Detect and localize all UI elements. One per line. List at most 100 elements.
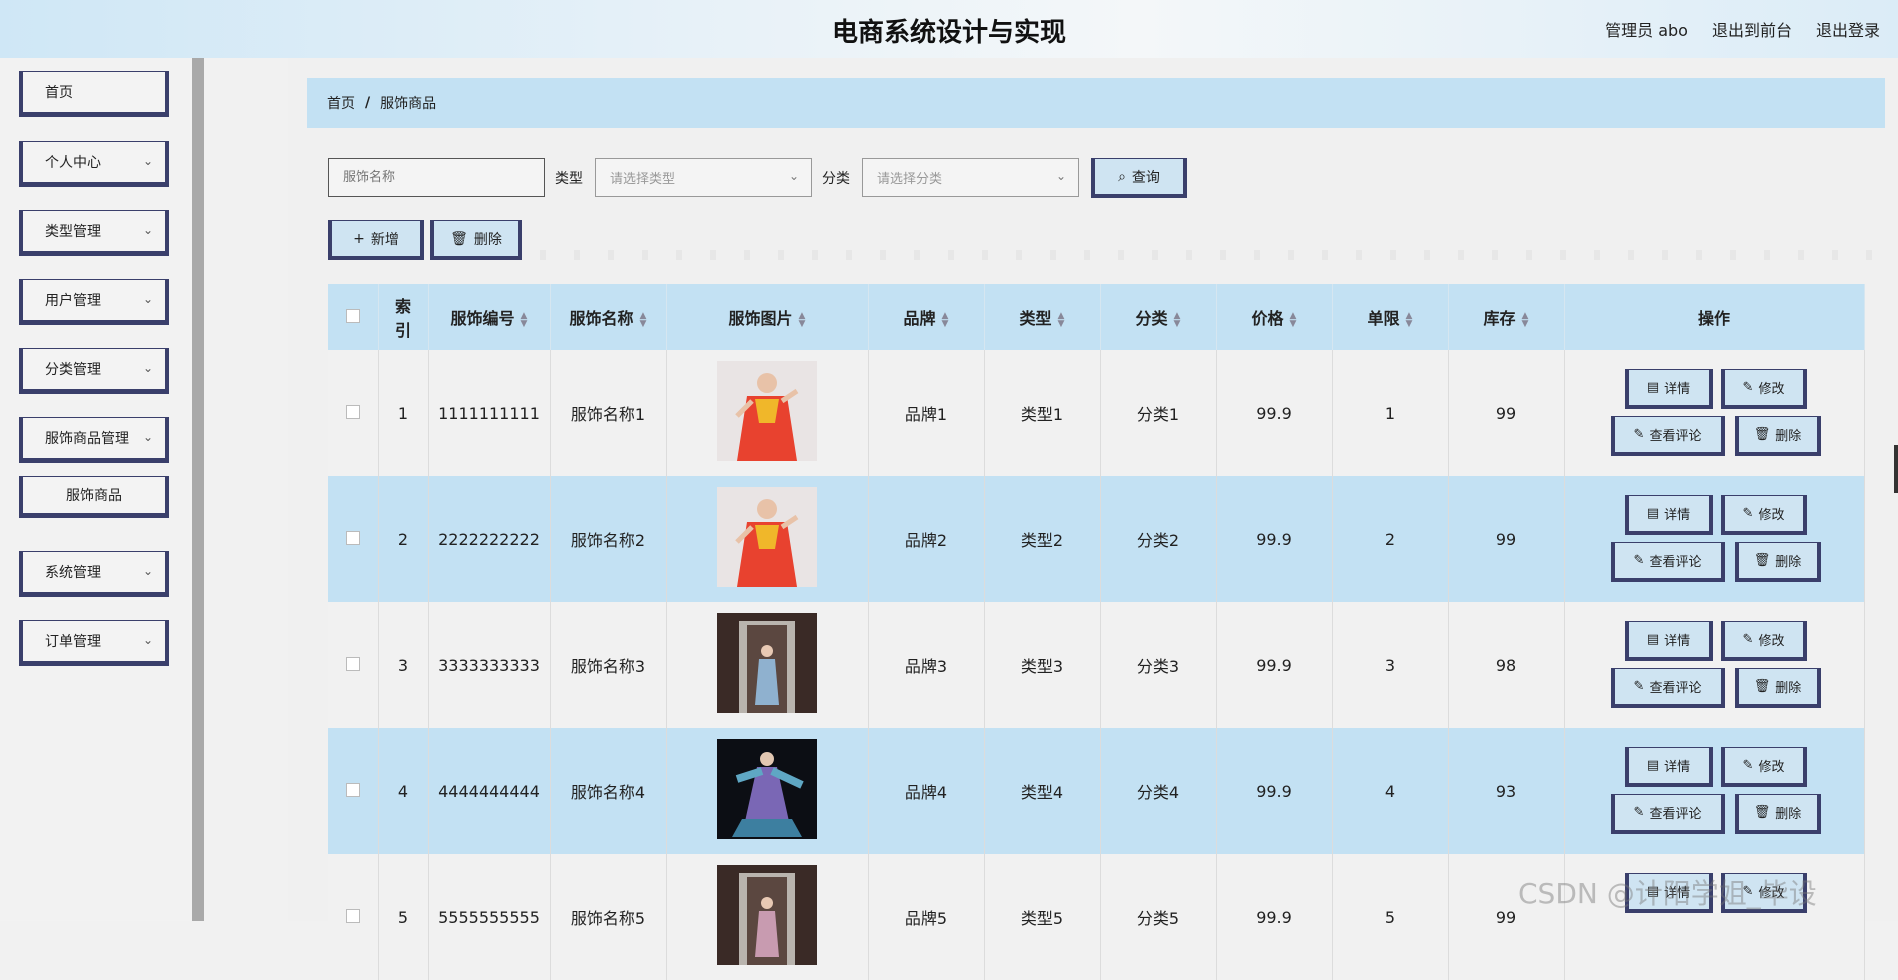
trash-icon: 🗑: [1753, 553, 1771, 568]
col-code[interactable]: 服饰编号 ▲ ▼: [428, 284, 551, 350]
row-select-cell[interactable]: [328, 854, 379, 980]
batch-delete-button[interactable]: 🗑 删除: [430, 220, 522, 260]
delete-button[interactable]: 🗑 删除: [1734, 794, 1821, 834]
sort-icon[interactable]: ▲ ▼: [1522, 311, 1529, 328]
edit-button[interactable]: ✎ 修改: [1720, 369, 1807, 409]
sidebar-item-order-mgmt[interactable]: 订单管理 ⌄: [19, 620, 169, 666]
cell-index: 3: [378, 602, 429, 728]
row-checkbox[interactable]: [345, 782, 360, 797]
cell-name: 服饰名称3: [550, 602, 667, 728]
row-checkbox[interactable]: [345, 908, 360, 923]
col-type[interactable]: 类型 ▲ ▼: [984, 284, 1101, 350]
view-reviews-button[interactable]: ✎ 查看评论: [1610, 416, 1725, 456]
row-select-cell[interactable]: [328, 476, 379, 602]
sort-icon[interactable]: ▲ ▼: [799, 311, 806, 328]
row-select-cell[interactable]: [328, 602, 379, 728]
sidebar-item-type-mgmt[interactable]: 类型管理 ⌄: [19, 210, 169, 256]
row-checkbox[interactable]: [345, 404, 360, 419]
delete-button-label: 删除: [1775, 681, 1802, 696]
col-brand[interactable]: 品牌 ▲ ▼: [868, 284, 985, 350]
cell-image: [666, 476, 869, 602]
col-stock[interactable]: 库存 ▲ ▼: [1448, 284, 1565, 350]
view-reviews-button[interactable]: ✎ 查看评论: [1610, 542, 1725, 582]
cell-limit: 4: [1332, 728, 1449, 854]
cell-index: 2: [378, 476, 429, 602]
col-name[interactable]: 服饰名称 ▲ ▼: [550, 284, 667, 350]
col-code-label: 服饰编号: [450, 309, 515, 328]
sidebar-item-system-mgmt[interactable]: 系统管理 ⌄: [19, 551, 169, 597]
red-dress-photo[interactable]: [717, 361, 817, 461]
delete-button[interactable]: 🗑 删除: [1734, 416, 1821, 456]
sort-icon[interactable]: ▲ ▼: [521, 311, 528, 328]
add-button[interactable]: + 新增: [328, 220, 424, 260]
view-reviews-button[interactable]: ✎ 查看评论: [1610, 668, 1725, 708]
row-checkbox[interactable]: [345, 656, 360, 671]
edit-button[interactable]: ✎ 修改: [1720, 621, 1807, 661]
sort-icon[interactable]: ▲ ▼: [1406, 311, 1413, 328]
select-all-checkbox[interactable]: [345, 308, 360, 323]
cell-brand: 品牌2: [868, 476, 985, 602]
query-button[interactable]: ⌕ 查询: [1091, 158, 1187, 198]
sort-icon[interactable]: ▲ ▼: [942, 311, 949, 328]
category-select[interactable]: 请选择分类 ⌄: [862, 158, 1079, 197]
chevron-down-icon: ⌄: [142, 361, 153, 375]
sort-icon[interactable]: ▲ ▼: [1174, 311, 1181, 328]
col-price-label: 价格: [1251, 309, 1284, 328]
sidebar-item-user-mgmt[interactable]: 用户管理 ⌄: [19, 279, 169, 325]
chevron-down-icon: ⌄: [788, 169, 799, 183]
cell-name: 服饰名称2: [550, 476, 667, 602]
sidebar-item-product-mgmt[interactable]: 服饰商品管理 ⌄: [19, 417, 169, 463]
chevron-down-icon: ⌄: [142, 633, 153, 647]
row-select-cell[interactable]: [328, 350, 379, 476]
col-price[interactable]: 价格 ▲ ▼: [1216, 284, 1333, 350]
sidebar-item-home[interactable]: 首页: [19, 71, 169, 117]
sidebar-subitem-products[interactable]: 服饰商品: [19, 476, 169, 518]
detail-button-label: 详情: [1664, 634, 1691, 649]
page-scrollbar[interactable]: [1894, 445, 1898, 493]
sidebar-item-personal[interactable]: 个人中心 ⌄: [19, 141, 169, 187]
edit-button[interactable]: ✎ 修改: [1720, 747, 1807, 787]
sort-icon[interactable]: ▲ ▼: [640, 311, 647, 328]
cell-category: 分类4: [1100, 728, 1217, 854]
edit-button-label: 修改: [1758, 634, 1785, 649]
col-limit[interactable]: 单限 ▲ ▼: [1332, 284, 1449, 350]
cell-ops: ▤ 详情 ✎ 修改 ✎ 查看评论 🗑 删除: [1564, 602, 1865, 728]
row-select-cell[interactable]: [328, 728, 379, 854]
row-checkbox[interactable]: [345, 530, 360, 545]
view-reviews-button[interactable]: ✎ 查看评论: [1610, 794, 1725, 834]
detail-button[interactable]: ▤ 详情: [1624, 747, 1713, 787]
detail-button[interactable]: ▤ 详情: [1624, 495, 1713, 535]
delete-button[interactable]: 🗑 删除: [1734, 668, 1821, 708]
plus-icon: +: [353, 230, 365, 247]
pencil-icon: ✎: [1633, 553, 1645, 568]
sidebar-scrollbar[interactable]: [192, 58, 204, 921]
trash-icon: 🗑: [1753, 679, 1771, 694]
logout-link[interactable]: 退出登录: [1816, 17, 1880, 41]
red-dress-photo[interactable]: [717, 487, 817, 587]
admin-user-link[interactable]: 管理员 abo: [1605, 17, 1688, 41]
dark-dress-photo[interactable]: [717, 865, 817, 965]
add-button-label: 新增: [370, 231, 399, 248]
type-filter-label: 类型: [555, 171, 583, 187]
sort-icon[interactable]: ▲ ▼: [1058, 311, 1065, 328]
detail-button[interactable]: ▤ 详情: [1624, 369, 1713, 409]
select-all-cell[interactable]: [328, 284, 379, 350]
dark-dress-photo[interactable]: [717, 739, 817, 839]
breadcrumb-home[interactable]: 首页: [327, 93, 355, 113]
watermark-text: CSDN @计阳学姐_毕设: [1518, 877, 1817, 910]
product-name-search-input[interactable]: [328, 158, 545, 197]
delete-button[interactable]: 🗑 删除: [1734, 542, 1821, 582]
col-category[interactable]: 分类 ▲ ▼: [1100, 284, 1217, 350]
to-front-link[interactable]: 退出到前台: [1712, 17, 1792, 41]
type-select[interactable]: 请选择类型 ⌄: [595, 158, 812, 197]
cell-image: [666, 854, 869, 980]
sidebar-item-category-mgmt[interactable]: 分类管理 ⌄: [19, 348, 169, 394]
dark-dress-photo[interactable]: [717, 613, 817, 713]
col-image[interactable]: 服饰图片 ▲ ▼: [666, 284, 869, 350]
sort-icon[interactable]: ▲ ▼: [1290, 311, 1297, 328]
cell-category: 分类2: [1100, 476, 1217, 602]
edit-button-label: 修改: [1758, 508, 1785, 523]
cell-stock: 98: [1448, 602, 1565, 728]
edit-button[interactable]: ✎ 修改: [1720, 495, 1807, 535]
detail-button[interactable]: ▤ 详情: [1624, 621, 1713, 661]
